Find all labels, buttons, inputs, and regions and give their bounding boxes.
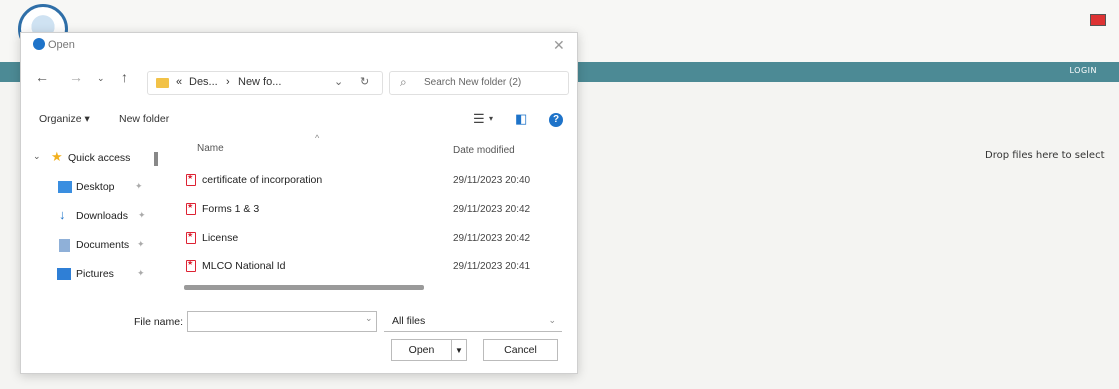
- desktop-icon: [58, 181, 72, 193]
- breadcrumb-desktop[interactable]: Des...: [189, 76, 218, 88]
- pin-icon: ✦: [137, 239, 145, 249]
- sidebar-item-desktop[interactable]: Desktop ✦: [21, 178, 171, 198]
- sidebar-item-label: Documents: [76, 239, 130, 251]
- folder-icon: [156, 78, 169, 88]
- help-icon[interactable]: ?: [549, 113, 563, 127]
- pdf-file-icon: [186, 231, 196, 244]
- organize-button[interactable]: Organize ▾: [39, 113, 90, 125]
- recent-locations-chevron-icon[interactable]: ⌄: [97, 73, 105, 84]
- refresh-icon[interactable]: ↻: [360, 75, 369, 88]
- file-type-select[interactable]: All files ⌄: [384, 311, 562, 332]
- language-flag-icon[interactable]: [1090, 14, 1106, 26]
- file-name: License: [202, 232, 239, 244]
- breadcrumb-new-folder[interactable]: New fo...: [238, 76, 281, 88]
- file-row[interactable]: Forms 1 & 3 29/11/2023 20:42: [181, 199, 571, 221]
- search-icon: ⌕: [400, 75, 407, 89]
- file-name-label: File name:: [134, 316, 184, 328]
- file-name: MLCO National Id: [202, 260, 286, 272]
- new-folder-button[interactable]: New folder: [119, 113, 169, 125]
- back-arrow-icon[interactable]: ←: [35, 69, 49, 85]
- navigation-pane: ⌄ ★ Quick access Desktop ✦ ↓ Downloads ✦…: [21, 143, 171, 293]
- sidebar-item-label: Quick access: [68, 152, 131, 164]
- sidebar-scrollbar[interactable]: [154, 152, 158, 166]
- sidebar-item-quick-access[interactable]: ⌄ ★ Quick access: [21, 149, 171, 169]
- download-icon: ↓: [59, 207, 66, 222]
- sidebar-item-documents[interactable]: Documents ✦: [21, 236, 171, 256]
- breadcrumb-separator: ›: [226, 76, 230, 88]
- file-row[interactable]: License 29/11/2023 20:42: [181, 228, 571, 250]
- up-arrow-icon[interactable]: ↑: [121, 69, 128, 85]
- open-button[interactable]: Open: [391, 339, 451, 361]
- file-row[interactable]: certificate of incorporation 29/11/2023 …: [181, 170, 571, 192]
- documents-icon: [59, 239, 70, 252]
- file-type-label: All files: [392, 315, 426, 327]
- dialog-titlebar: Open ✕: [21, 33, 577, 61]
- close-icon[interactable]: ✕: [553, 37, 565, 54]
- view-options-dropdown-icon[interactable]: ▾: [489, 114, 493, 123]
- pdf-file-icon: [186, 259, 196, 272]
- pin-icon: ✦: [138, 210, 146, 220]
- file-date: 29/11/2023 20:40: [453, 175, 531, 186]
- forward-arrow-icon[interactable]: →: [69, 69, 83, 85]
- file-row[interactable]: MLCO National Id 29/11/2023 20:41: [181, 256, 571, 278]
- sidebar-item-label: Downloads: [76, 210, 128, 222]
- view-options-icon[interactable]: ☰: [473, 111, 485, 127]
- search-input[interactable]: Search New folder (2): [424, 77, 521, 88]
- file-name-input[interactable]: [187, 311, 377, 332]
- column-header-name[interactable]: Name: [197, 143, 224, 154]
- pdf-file-icon: [186, 202, 196, 215]
- preview-pane-icon[interactable]: ◧: [515, 111, 527, 127]
- pin-icon: ✦: [137, 268, 145, 278]
- file-date: 29/11/2023 20:42: [453, 204, 531, 215]
- command-bar: Organize ▾ New folder ☰ ▾ ◧ ?: [21, 109, 577, 135]
- sidebar-item-label: Desktop: [76, 181, 115, 193]
- address-dropdown-chevron-icon[interactable]: ⌄: [334, 75, 343, 88]
- open-options-dropdown-icon[interactable]: ▼: [451, 339, 467, 361]
- open-file-dialog: Open ✕ ← → ⌄ ↑ « Des... › New fo... ⌄ ↻ …: [20, 32, 578, 374]
- cancel-button[interactable]: Cancel: [483, 339, 558, 361]
- address-bar[interactable]: « Des... › New fo... ⌄ ↻: [147, 71, 383, 95]
- dialog-title: Open: [48, 39, 75, 51]
- file-name-dropdown-icon[interactable]: ⌄: [365, 313, 373, 324]
- pictures-icon: [57, 268, 71, 280]
- pdf-file-icon: [186, 173, 196, 186]
- sidebar-item-downloads[interactable]: ↓ Downloads ✦: [21, 207, 171, 227]
- pin-icon: ✦: [135, 181, 143, 191]
- column-header-date-modified[interactable]: Date modified: [453, 145, 515, 156]
- file-date: 29/11/2023 20:42: [453, 233, 531, 244]
- drop-zone-text[interactable]: Drop files here to select: [985, 150, 1105, 161]
- search-box[interactable]: ⌕ Search New folder (2): [389, 71, 569, 95]
- app-icon: [33, 38, 45, 50]
- breadcrumb-overflow[interactable]: «: [176, 76, 182, 88]
- expand-chevron-icon[interactable]: ⌄: [33, 151, 41, 162]
- file-name: certificate of incorporation: [202, 174, 323, 186]
- horizontal-scrollbar[interactable]: [184, 285, 424, 290]
- sort-ascending-icon: ^: [315, 133, 320, 143]
- file-date: 29/11/2023 20:41: [453, 261, 531, 272]
- sidebar-item-pictures[interactable]: Pictures ✦: [21, 265, 171, 285]
- star-icon: ★: [51, 149, 63, 164]
- sidebar-item-label: Pictures: [76, 268, 114, 280]
- navigation-bar: ← → ⌄ ↑ « Des... › New fo... ⌄ ↻ ⌕ Searc…: [21, 67, 577, 97]
- login-link[interactable]: LOGIN: [1069, 66, 1097, 75]
- file-type-dropdown-icon: ⌄: [548, 315, 556, 325]
- file-name: Forms 1 & 3: [202, 203, 260, 215]
